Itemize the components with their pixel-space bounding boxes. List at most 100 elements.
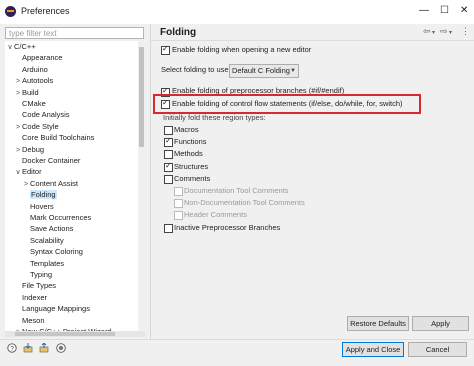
tree-horizontal-scrollbar[interactable] (5, 331, 145, 337)
region-label: Macros (174, 125, 199, 134)
view-menu-icon[interactable]: ⋮ (461, 26, 470, 37)
chevron-right-icon[interactable]: > (14, 122, 22, 133)
tree-item[interactable]: Templates (22, 258, 64, 269)
enable-folding-checkbox[interactable] (161, 44, 170, 55)
forward-menu-icon[interactable]: ▾ (449, 29, 452, 36)
chevron-right-icon[interactable]: > (22, 179, 30, 190)
select-folding-label: Select folding to use: (161, 65, 231, 74)
tree-item-label: Typing (30, 270, 53, 279)
tree-item[interactable]: Core Build Toolchains (14, 132, 94, 143)
title-separator (151, 40, 474, 41)
region-label: Structures (174, 161, 209, 171)
oomph-icon[interactable] (56, 343, 66, 353)
tree-item[interactable]: Save Actions (22, 223, 73, 234)
tree-item[interactable]: > Content Assist (22, 178, 78, 189)
restore-defaults-button[interactable]: Restore Defaults (347, 316, 409, 331)
region-label: Documentation Tool Comments (184, 186, 289, 195)
export-icon[interactable] (39, 343, 49, 353)
tree-item-label: Code Analysis (22, 110, 70, 120)
tree-item[interactable]: Appearance (14, 52, 62, 63)
region-label: Comments (174, 173, 211, 183)
tree-item-label: Meson (22, 315, 45, 325)
folding-select[interactable]: Default C Folding ▼ (229, 64, 299, 78)
cancel-button[interactable]: Cancel (408, 342, 467, 357)
tree-item-label: Scalability (30, 235, 64, 245)
tree-item[interactable]: Indexer (14, 292, 47, 303)
tree-item-label: Appearance (22, 53, 63, 63)
back-menu-icon[interactable]: ▾ (432, 29, 435, 36)
maximize-button[interactable]: ☐ (440, 5, 449, 16)
tree-vertical-scrollbar[interactable] (138, 41, 145, 331)
region-checkbox[interactable] (164, 161, 173, 172)
apply-button[interactable]: Apply (412, 316, 469, 331)
title-bar: Preferences — ☐ ✕ (0, 0, 474, 24)
tree-item-label: Language Mappings (22, 304, 90, 314)
tree-item[interactable]: Code Analysis (14, 109, 70, 120)
tree-item-label: Templates (30, 258, 65, 268)
tree-item[interactable]: File Types (14, 280, 56, 291)
tree-item[interactable]: ∨C/C++ (6, 41, 36, 53)
region-checkbox (174, 211, 183, 221)
region-label: Methods (174, 149, 203, 159)
region-label: Header Comments (184, 210, 247, 220)
help-icon[interactable]: ? (7, 343, 17, 353)
tree-item[interactable]: Typing (22, 269, 52, 280)
tree-item[interactable]: Folding (22, 189, 57, 200)
tree-item-label: Build (22, 87, 39, 97)
tree-item-label: Indexer (22, 292, 48, 302)
region-checkbox (174, 199, 183, 209)
region-label: Non-Documentation Tool Comments (184, 198, 305, 208)
chevron-right-icon[interactable]: > (14, 145, 22, 156)
tree-item-label: Save Actions (30, 224, 74, 234)
tree-item-label: Content Assist (30, 178, 78, 188)
footer-separator (0, 339, 474, 340)
region-checkbox (174, 187, 183, 196)
window-title: Preferences (21, 6, 70, 16)
tree-item-label: Editor (22, 167, 42, 177)
tree-item-label: Arduino (22, 64, 48, 74)
tree-item[interactable]: Language Mappings (14, 303, 90, 314)
filter-input[interactable]: type filter text (5, 27, 144, 39)
tree-item-label: CMake (22, 99, 46, 108)
page-title: Folding (160, 27, 197, 38)
import-icon[interactable] (23, 343, 33, 353)
region-checkbox[interactable] (164, 136, 173, 148)
tree-item[interactable]: Meson (14, 315, 45, 326)
chevron-down-icon[interactable]: ∨ (14, 167, 22, 178)
chevron-right-icon[interactable]: > (14, 88, 22, 99)
region-checkbox[interactable] (164, 174, 173, 184)
region-checkbox[interactable] (164, 150, 173, 160)
minimize-button[interactable]: — (419, 5, 429, 16)
tree-item[interactable]: > Autotools (14, 75, 53, 86)
region-types-label: Initially fold these region types: (163, 113, 266, 122)
tree-item[interactable]: Docker Container (14, 155, 80, 166)
close-button[interactable]: ✕ (460, 5, 468, 16)
scrollbar-thumb[interactable] (15, 332, 115, 336)
chevron-down-icon: ▼ (290, 68, 296, 74)
tree-item[interactable]: Mark Occurrences (22, 212, 91, 223)
tree-item[interactable]: > Code Style (14, 121, 59, 132)
tree-item[interactable]: Hovers (22, 201, 54, 212)
tree-item[interactable]: > Build (14, 87, 39, 98)
tree-item[interactable]: > Debug (14, 144, 44, 155)
apply-and-close-button[interactable]: Apply and Close (342, 342, 404, 357)
tree-item-label: C/C++ (14, 42, 36, 51)
preference-tree[interactable]: ∨C/C++ Appearance Arduino > Autotools > Build C… (5, 41, 142, 331)
scrollbar-thumb[interactable] (139, 47, 144, 147)
highlight-box (153, 94, 421, 114)
tree-item[interactable]: Arduino (14, 64, 48, 75)
chevron-right-icon[interactable]: > (14, 76, 22, 87)
chevron-down-icon[interactable]: ∨ (6, 42, 14, 53)
pane-divider[interactable] (150, 24, 151, 339)
folding-select-value: Default C Folding (232, 66, 290, 75)
tree-item[interactable]: Syntax Coloring (22, 246, 83, 257)
tree-item[interactable]: ∨Editor (14, 166, 42, 178)
tree-item[interactable]: Scalability (22, 235, 64, 246)
tree-item-label: Docker Container (22, 156, 81, 165)
back-arrow-icon[interactable]: ⇦ (423, 26, 431, 37)
tree-item[interactable]: CMake (14, 98, 46, 109)
forward-arrow-icon[interactable]: ⇨ (440, 26, 448, 37)
tree-item-label: Hovers (30, 201, 54, 211)
region-checkbox[interactable] (164, 223, 173, 233)
region-checkbox[interactable] (164, 126, 173, 135)
